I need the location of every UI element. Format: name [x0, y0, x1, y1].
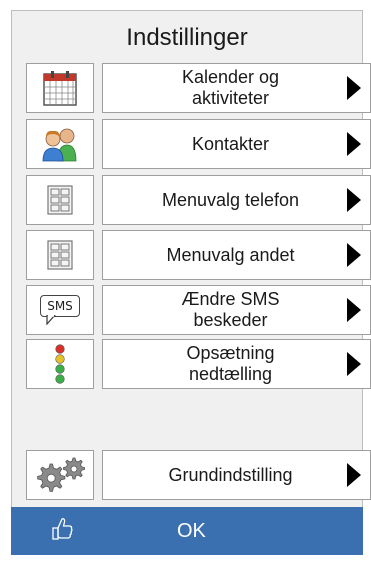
- contacts-button[interactable]: Kontakter: [102, 119, 371, 169]
- sms-icon-text: SMS: [47, 299, 73, 313]
- menu-row-other-menu: Menuvalg andet: [26, 230, 371, 280]
- menu-row-contacts: Kontakter: [26, 119, 371, 169]
- sms-icon: SMS: [40, 295, 80, 325]
- gears-icon-box: [26, 450, 94, 500]
- thumbs-up-icon: [51, 517, 73, 548]
- menu-row-countdown: Opsætning nedtælling: [26, 339, 371, 389]
- sms-icon-box: SMS: [26, 285, 94, 335]
- calendar-icon-box: [26, 63, 94, 113]
- page-title: Indstillinger: [126, 24, 248, 51]
- calendar-activities-button[interactable]: Kalender og aktiviteter: [102, 63, 371, 113]
- countdown-setup-label: Opsætning nedtælling: [186, 343, 275, 384]
- grid-icon-box: [26, 230, 94, 280]
- contacts-icon: [42, 128, 77, 162]
- chevron-right-icon: [338, 188, 370, 212]
- other-menu-label: Menuvalg andet: [166, 244, 295, 265]
- grid-icon: [47, 185, 73, 215]
- ok-button[interactable]: OK: [11, 507, 363, 555]
- chevron-right-icon: [338, 352, 370, 376]
- settings-panel: Indstillinger Kalender og aktiviteter Ko…: [11, 10, 371, 555]
- phone-menu-button[interactable]: Menuvalg telefon: [102, 175, 371, 225]
- grid-icon: [47, 240, 73, 270]
- calendar-activities-label: Kalender og aktiviteter: [181, 67, 280, 108]
- menu-row-basic-settings: Grundindstilling: [26, 450, 371, 500]
- chevron-right-icon: [338, 463, 370, 487]
- menu-row-phone-menu: Menuvalg telefon: [26, 175, 371, 225]
- gears-icon: [37, 457, 85, 492]
- countdown-setup-button[interactable]: Opsætning nedtælling: [102, 339, 371, 389]
- change-sms-button[interactable]: Ændre SMS beskeder: [102, 285, 371, 335]
- contacts-label: Kontakter: [191, 133, 270, 154]
- basic-settings-button[interactable]: Grundindstilling: [102, 450, 371, 500]
- countdown-icon-box: [26, 339, 94, 389]
- phone-menu-label: Menuvalg telefon: [161, 189, 300, 210]
- contacts-icon-box: [26, 119, 94, 169]
- chevron-right-icon: [338, 243, 370, 267]
- other-menu-button[interactable]: Menuvalg andet: [102, 230, 371, 280]
- grid-icon-box: [26, 175, 94, 225]
- chevron-right-icon: [338, 298, 370, 322]
- ok-label: OK: [177, 520, 206, 542]
- calendar-icon: [43, 71, 77, 106]
- countdown-lights-icon: [55, 344, 65, 384]
- change-sms-label: Ændre SMS beskeder: [181, 289, 280, 330]
- basic-settings-label: Grundindstilling: [168, 464, 293, 485]
- menu-row-calendar: Kalender og aktiviteter: [26, 63, 371, 113]
- chevron-right-icon: [338, 132, 370, 156]
- chevron-right-icon: [338, 76, 370, 100]
- menu-row-sms: SMS Ændre SMS beskeder: [26, 285, 371, 335]
